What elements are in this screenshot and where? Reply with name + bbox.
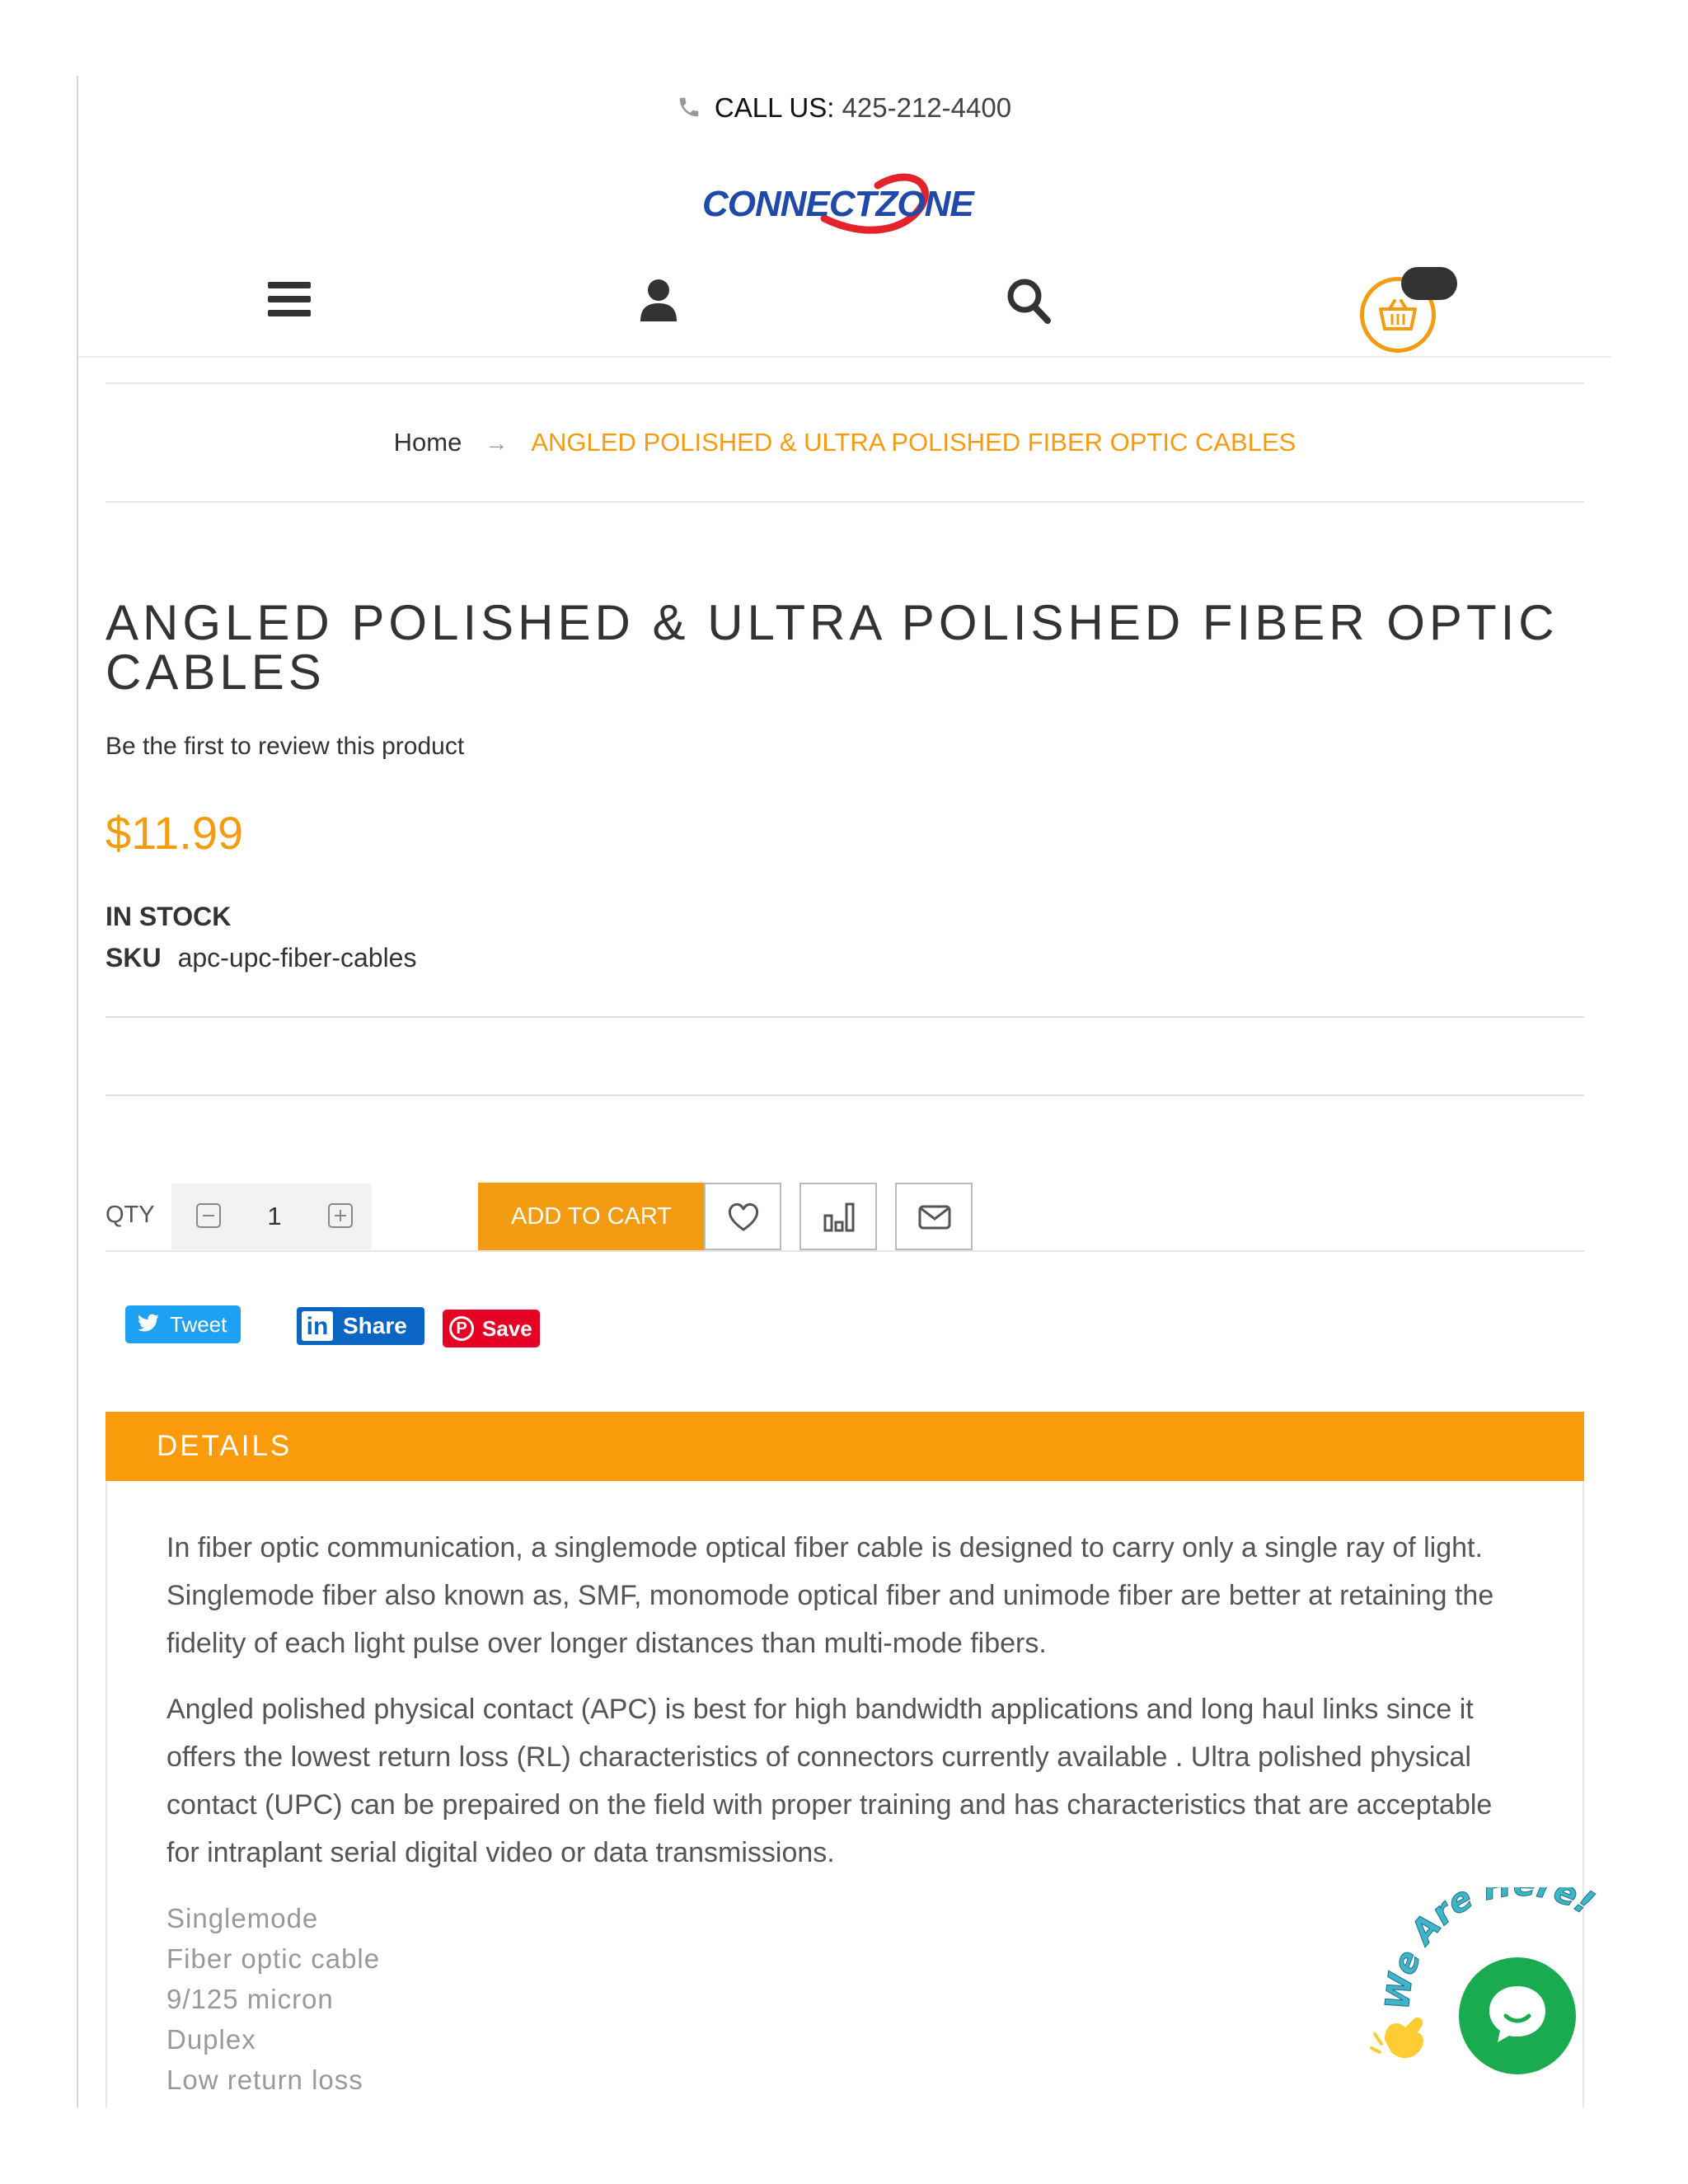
waving-hand-icon	[1370, 2017, 1423, 2059]
tweet-label: Tweet	[170, 1312, 227, 1337]
wishlist-button[interactable]	[704, 1183, 781, 1250]
chat-bubble-icon	[1489, 1986, 1545, 2042]
breadcrumb: Home → ANGLED POLISHED & ULTRA POLISHED FI…	[106, 382, 1584, 503]
spec-item: Low return loss	[166, 2064, 363, 2095]
quantity-stepper: 1	[171, 1183, 372, 1249]
product-price: $11.99	[106, 807, 244, 859]
qty-minus-button[interactable]	[196, 1203, 221, 1228]
spec-list: Singlemode Fiber optic cable 9/125 micro…	[166, 1898, 1525, 2100]
description-paragraph: In fiber optic communication, a singlemo…	[166, 1532, 1494, 1659]
divider	[106, 1016, 1584, 1018]
user-icon[interactable]	[639, 279, 678, 321]
spec-item: Fiber optic cable	[166, 1943, 381, 1974]
linkedin-share-button[interactable]: in Share	[297, 1307, 424, 1345]
stock-status: IN STOCK	[106, 902, 232, 931]
call-us-label: CALL US:	[714, 92, 835, 123]
pinterest-save-button[interactable]: P Save	[443, 1310, 540, 1347]
header-icon-bar	[78, 262, 1611, 358]
breadcrumb-home-link[interactable]: Home	[394, 428, 462, 457]
qty-plus-button[interactable]	[328, 1203, 353, 1228]
cart-button[interactable]	[1360, 267, 1457, 353]
chat-widget[interactable]: We Are Here!	[1368, 1887, 1624, 2077]
spec-item: Duplex	[166, 2024, 256, 2055]
description-paragraph: Angled polished physical contact (APC) i…	[166, 1694, 1493, 1868]
breadcrumb-arrow-icon: →	[485, 430, 509, 456]
compare-button[interactable]	[799, 1183, 877, 1250]
heart-icon	[728, 1202, 759, 1231]
sku-label: SKU	[106, 943, 162, 972]
linkedin-share-label: Share	[343, 1313, 407, 1338]
qty-input[interactable]: 1	[262, 1202, 287, 1231]
page-left-border	[77, 76, 78, 2107]
tweet-button[interactable]: Tweet	[125, 1305, 241, 1343]
linkedin-icon: in	[302, 1311, 333, 1341]
twitter-bird-icon	[138, 1314, 159, 1332]
basket-icon	[1379, 299, 1417, 330]
pinterest-save-label: Save	[482, 1316, 532, 1341]
breadcrumb-current: ANGLED POLISHED & ULTRA POLISHED FIBER O…	[531, 428, 1296, 457]
menu-icon[interactable]	[268, 280, 311, 318]
phone-icon	[679, 97, 699, 117]
pinterest-icon: P	[449, 1316, 474, 1341]
review-link[interactable]: Be the first to review this product	[106, 733, 464, 761]
sku-value: apc-upc-fiber-cables	[177, 943, 417, 972]
connectzone-logo[interactable]: CONNECTZONE	[701, 161, 993, 239]
svg-text:CONNECTZONE: CONNECTZONE	[702, 184, 975, 224]
add-to-cart-button[interactable]: ADD TO CART	[478, 1183, 705, 1250]
call-us-bar: CALL US: 425-212-4400	[0, 92, 1688, 124]
email-friend-button[interactable]	[895, 1183, 973, 1250]
divider	[106, 1250, 1584, 1252]
search-icon[interactable]	[1006, 277, 1052, 325]
envelope-icon	[918, 1205, 951, 1230]
details-tab-header[interactable]: DETAILS	[106, 1412, 1584, 1481]
details-content: In fiber optic communication, a singlemo…	[106, 1481, 1584, 2107]
call-us-number[interactable]: 425-212-4400	[842, 92, 1012, 123]
spec-item: Singlemode	[166, 1903, 319, 1933]
cart-count-badge	[1401, 267, 1457, 300]
sku-row: SKU apc-upc-fiber-cables	[106, 943, 416, 973]
chat-open-button[interactable]	[1459, 1957, 1576, 2074]
bar-chart-icon	[823, 1202, 855, 1232]
product-title: ANGLED POLISHED & ULTRA POLISHED FIBER O…	[106, 595, 1559, 700]
spec-item: 9/125 micron	[166, 1984, 334, 2014]
divider	[106, 1094, 1584, 1096]
qty-label: QTY	[106, 1202, 155, 1228]
